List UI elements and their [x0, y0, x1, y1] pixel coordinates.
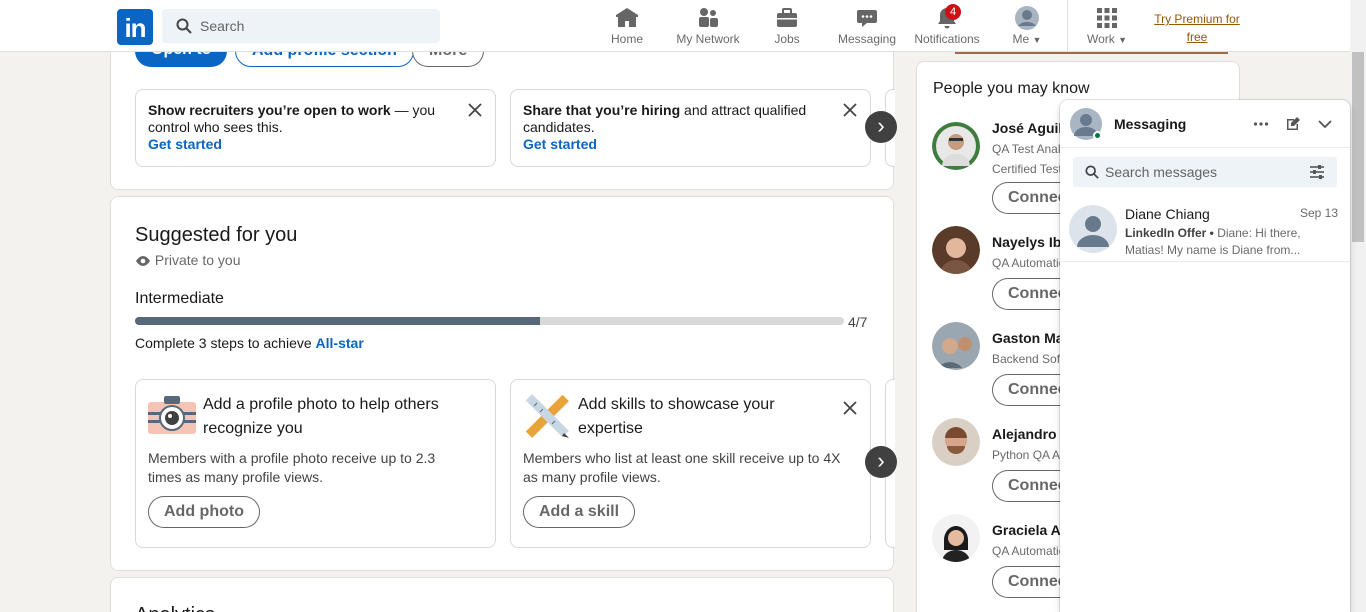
pymk-title: People you may know [933, 80, 1090, 97]
online-status-dot [1093, 131, 1102, 140]
messaging-icon [857, 10, 877, 27]
conversation-preview: LinkedIn Offer • Diane: Hi there, Matias!… [1125, 226, 1301, 257]
analytics-card: Analytics [110, 577, 894, 612]
linkedin-logo[interactable]: in [117, 9, 153, 45]
nav-label: Work ▼ [1086, 32, 1128, 46]
chevron-down-icon: ▼ [1118, 35, 1128, 45]
avatar [932, 122, 980, 170]
progress-count: 4/7 [848, 314, 868, 330]
conversation-item[interactable]: Diane Chiang Sep 13 LinkedIn Offer • Dia… [1060, 196, 1350, 262]
try-premium-link[interactable]: Try Premium for free [1150, 10, 1244, 46]
avatar [1015, 6, 1039, 30]
more-options-icon[interactable] [1253, 117, 1269, 131]
nav-my-network[interactable]: My Network [672, 6, 744, 50]
avatar [1069, 205, 1117, 253]
suggested-title: Suggested for you [135, 224, 298, 246]
add-skills-card: Add skills to showcase your expertise Me… [510, 379, 871, 548]
conversation-name: Diane Chiang [1125, 206, 1210, 222]
level-label: Intermediate [135, 290, 224, 307]
premium-line1: Try Premium for [1154, 12, 1240, 26]
ad-image-edge [955, 52, 1228, 54]
nav-label: Jobs [774, 32, 800, 46]
skills-icon [525, 394, 569, 438]
close-icon[interactable] [842, 102, 858, 118]
avatar [932, 322, 980, 370]
profile-strength-bar [135, 317, 844, 325]
add-skill-button[interactable]: Add a skill [523, 496, 636, 528]
avatar [932, 418, 980, 466]
nav-notifications[interactable]: 4 Notifications [912, 4, 982, 50]
messaging-overlay: Messaging Search messages Diane Chiang S… [1060, 100, 1350, 612]
progress-fill [135, 317, 541, 325]
card-title: Add a profile photo to help others recog… [203, 396, 439, 437]
camera-icon [148, 396, 196, 434]
filter-icon[interactable] [1309, 165, 1325, 179]
steps-text: Complete 3 steps to achieve All-star [135, 335, 364, 351]
search-messages-input[interactable]: Search messages [1105, 164, 1217, 180]
compose-icon[interactable] [1285, 116, 1301, 132]
premium-line2: free [1186, 30, 1208, 44]
avatar [932, 514, 980, 562]
add-photo-card: Add a profile photo to help others recog… [135, 379, 496, 548]
privacy-note: Private to you [135, 252, 241, 268]
eye-icon [136, 256, 150, 266]
search-messages-box[interactable]: Search messages [1073, 157, 1337, 187]
messaging-title: Messaging [1114, 116, 1187, 132]
search-box[interactable]: Search [162, 9, 440, 43]
messaging-header[interactable]: Messaging [1060, 100, 1350, 148]
add-photo-button[interactable]: Add photo [148, 496, 260, 528]
chevron-down-icon[interactable] [1317, 117, 1333, 131]
all-star-link[interactable]: All-star [316, 335, 364, 351]
card-desc: Members who list at least one skill rece… [523, 450, 841, 485]
nav-label: Home [610, 32, 643, 46]
nav-divider [1067, 0, 1068, 52]
open-to-work-text: Show recruiters you’re open to work — yo… [148, 102, 436, 152]
nav-messaging[interactable]: Messaging [836, 6, 898, 50]
search-input[interactable]: Search [200, 18, 244, 34]
network-icon [699, 8, 718, 27]
chevron-down-icon: ▼ [1032, 35, 1042, 45]
jobs-icon [777, 8, 797, 27]
card-desc: Members with a profile photo receive up … [148, 450, 436, 485]
nav-me[interactable]: Me ▼ [1007, 6, 1047, 50]
global-nav: in Search Home My Network Jobs Messaging… [0, 0, 1350, 52]
open-to-work-card: Show recruiters you’re open to work — yo… [135, 89, 496, 167]
carousel-next-button[interactable]: › [865, 111, 897, 143]
hiring-card: Share that you’re hiring and attract qua… [510, 89, 871, 167]
nav-label: Notifications [914, 32, 980, 46]
get-started-link[interactable]: Get started [148, 136, 222, 152]
close-icon[interactable] [467, 102, 483, 118]
card-title: Add skills to showcase your expertise [578, 396, 775, 437]
nav-work[interactable]: Work ▼ [1083, 6, 1131, 50]
nav-label: My Network [676, 32, 740, 46]
close-icon[interactable] [842, 400, 858, 416]
page-scrollbar[interactable] [1350, 0, 1366, 612]
scrollbar-thumb[interactable] [1352, 52, 1364, 242]
analytics-title: Analytics [135, 604, 215, 612]
suggested-card: Suggested for you Private to you Interme… [110, 196, 897, 571]
get-started-link[interactable]: Get started [523, 136, 597, 152]
grid-icon [1097, 8, 1117, 28]
search-icon [176, 18, 192, 34]
nav-jobs[interactable]: Jobs [767, 6, 807, 50]
carousel-next-button[interactable]: › [865, 446, 897, 478]
nav-label: Me ▼ [1012, 32, 1042, 46]
conversation-date: Sep 13 [1300, 206, 1339, 220]
nav-home[interactable]: Home [607, 6, 647, 50]
nav-label: Messaging [837, 32, 897, 46]
notification-badge: 4 [945, 4, 961, 20]
hiring-text: Share that you’re hiring and attract qua… [523, 102, 807, 152]
avatar [932, 226, 980, 274]
search-icon [1085, 165, 1099, 179]
home-icon [616, 8, 638, 27]
